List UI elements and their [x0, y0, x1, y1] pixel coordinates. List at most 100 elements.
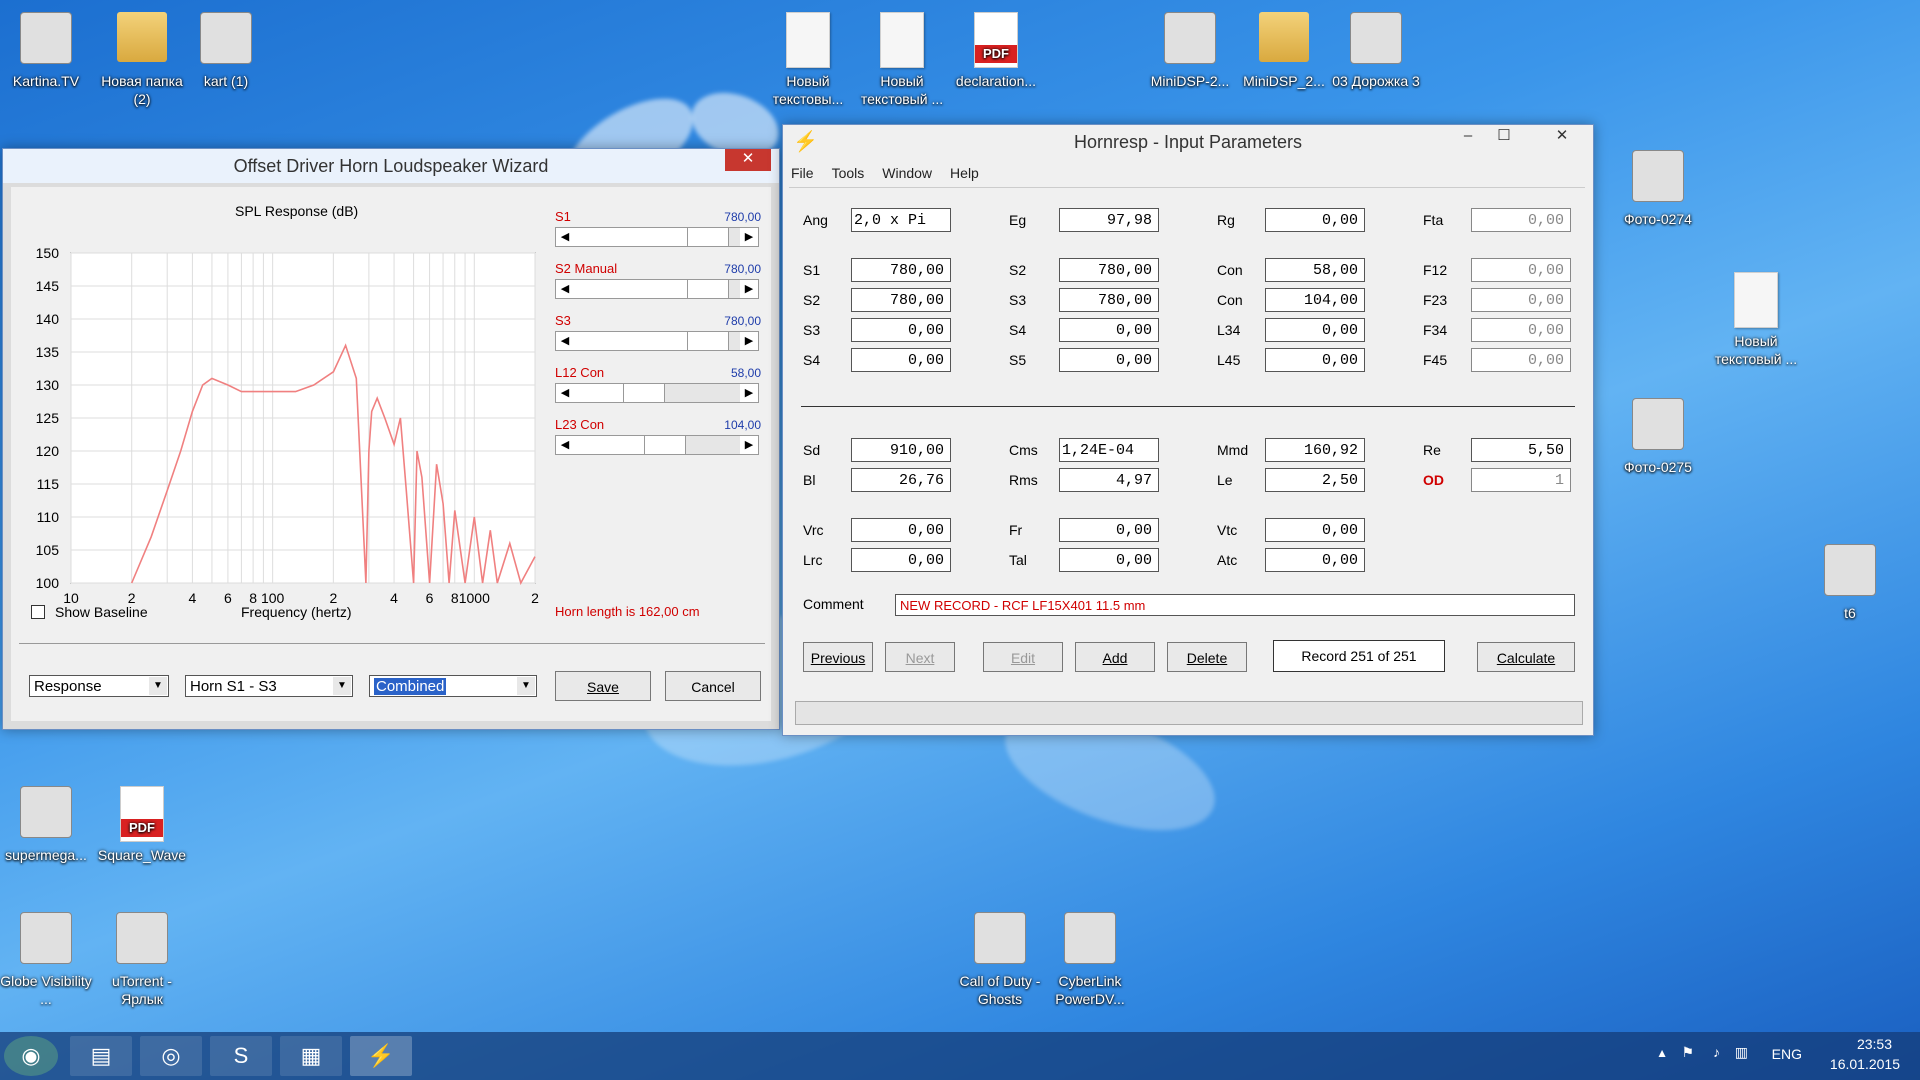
- desktop-icon[interactable]: supermega...: [0, 782, 92, 864]
- calculator-icon[interactable]: ▦: [280, 1036, 342, 1076]
- slider-track[interactable]: ◀ ▶: [555, 331, 759, 351]
- param-field-s4[interactable]: 0,00: [1059, 318, 1159, 342]
- desktop-icon[interactable]: Новый текстовы...: [762, 8, 854, 108]
- desktop-icon[interactable]: Globe Visibility ...: [0, 908, 92, 1008]
- language-indicator[interactable]: ENG: [1772, 1046, 1802, 1062]
- param-field-s4[interactable]: 0,00: [851, 348, 951, 372]
- minimize-button[interactable]: ‒: [1451, 125, 1485, 147]
- param-field-fta[interactable]: 0,00: [1471, 208, 1571, 232]
- chevron-down-icon[interactable]: ▼: [149, 677, 167, 695]
- param-field-con[interactable]: 104,00: [1265, 288, 1365, 312]
- chevron-left-icon[interactable]: ◀: [556, 280, 574, 298]
- response-dropdown[interactable]: Response ▼: [29, 675, 169, 697]
- start-button[interactable]: ◉: [4, 1036, 58, 1076]
- desktop-icon[interactable]: CyberLink PowerDV...: [1044, 908, 1136, 1008]
- hornresp-titlebar[interactable]: ⚡ Hornresp - Input Parameters ‒ ☐ ✕: [783, 125, 1593, 159]
- param-field-ang[interactable]: 2,0 x Pi: [851, 208, 951, 232]
- close-button[interactable]: ✕: [725, 149, 771, 171]
- chevron-right-icon[interactable]: ▶: [740, 280, 758, 298]
- slider-thumb[interactable]: [686, 228, 729, 246]
- param-field-s2[interactable]: 780,00: [1059, 258, 1159, 282]
- desktop-icon[interactable]: kart (1): [180, 8, 272, 90]
- desktop-icon[interactable]: uTorrent - Ярлык: [96, 908, 188, 1008]
- param-field-tal[interactable]: 0,00: [1059, 548, 1159, 572]
- network-icon[interactable]: ▥: [1735, 1044, 1748, 1061]
- param-field-rms[interactable]: 4,97: [1059, 468, 1159, 492]
- tray-chevron-icon[interactable]: ▲: [1656, 1046, 1668, 1060]
- param-field-lrc[interactable]: 0,00: [851, 548, 951, 572]
- skype-icon[interactable]: S: [210, 1036, 272, 1076]
- slider-track[interactable]: ◀ ▶: [555, 227, 759, 247]
- chevron-down-icon[interactable]: ▼: [517, 677, 535, 695]
- slider-track[interactable]: ◀ ▶: [555, 435, 759, 455]
- param-field-mmd[interactable]: 160,92: [1265, 438, 1365, 462]
- menu-item-help[interactable]: Help: [950, 165, 979, 181]
- param-field-s5[interactable]: 0,00: [1059, 348, 1159, 372]
- slider-thumb[interactable]: [686, 332, 729, 350]
- delete-button[interactable]: Delete: [1167, 642, 1247, 672]
- edit-button[interactable]: Edit: [983, 642, 1063, 672]
- param-field-s2[interactable]: 780,00: [851, 288, 951, 312]
- param-field-re[interactable]: 5,50: [1471, 438, 1571, 462]
- param-field-f23[interactable]: 0,00: [1471, 288, 1571, 312]
- show-baseline-checkbox[interactable]: [31, 605, 45, 619]
- desktop-icon[interactable]: PDF Square_Wave: [96, 782, 188, 864]
- chevron-right-icon[interactable]: ▶: [740, 228, 758, 246]
- chevron-left-icon[interactable]: ◀: [556, 228, 574, 246]
- param-field-sd[interactable]: 910,00: [851, 438, 951, 462]
- chevron-down-icon[interactable]: ▼: [333, 677, 351, 695]
- clock-time[interactable]: 23:53: [1857, 1036, 1892, 1052]
- param-field-atc[interactable]: 0,00: [1265, 548, 1365, 572]
- param-field-eg[interactable]: 97,98: [1059, 208, 1159, 232]
- desktop-icon[interactable]: PDF declaration...: [950, 8, 1042, 90]
- clock-date[interactable]: 16.01.2015: [1830, 1056, 1900, 1072]
- close-button[interactable]: ✕: [1545, 125, 1579, 147]
- slider-thumb[interactable]: [644, 436, 687, 454]
- menu-item-file[interactable]: File: [791, 165, 814, 181]
- previous-button[interactable]: Previous: [803, 642, 873, 672]
- slider-thumb[interactable]: [622, 384, 665, 402]
- horn-dropdown[interactable]: Horn S1 - S3 ▼: [185, 675, 353, 697]
- show-baseline-label[interactable]: Show Baseline: [55, 604, 148, 620]
- calculate-button[interactable]: Calculate: [1477, 642, 1575, 672]
- param-field-f34[interactable]: 0,00: [1471, 318, 1571, 342]
- cancel-button[interactable]: Cancel: [665, 671, 761, 701]
- desktop-icon[interactable]: Новая папка (2): [96, 8, 188, 108]
- param-field-con[interactable]: 58,00: [1265, 258, 1365, 282]
- desktop-icon[interactable]: Call of Duty - Ghosts: [954, 908, 1046, 1008]
- chevron-left-icon[interactable]: ◀: [556, 384, 574, 402]
- chevron-right-icon[interactable]: ▶: [740, 436, 758, 454]
- desktop-icon[interactable]: Новый текстовый ...: [1710, 268, 1802, 368]
- param-field-fr[interactable]: 0,00: [1059, 518, 1159, 542]
- volume-icon[interactable]: ♪: [1713, 1044, 1720, 1060]
- desktop-icon[interactable]: MiniDSP-2...: [1144, 8, 1236, 90]
- save-button[interactable]: Save: [555, 671, 651, 701]
- explorer-icon[interactable]: ▤: [70, 1036, 132, 1076]
- param-field-vtc[interactable]: 0,00: [1265, 518, 1365, 542]
- desktop-icon[interactable]: Фото-0275: [1612, 394, 1704, 476]
- param-field-s1[interactable]: 780,00: [851, 258, 951, 282]
- param-field-le[interactable]: 2,50: [1265, 468, 1365, 492]
- next-button[interactable]: Next: [885, 642, 955, 672]
- param-field-f12[interactable]: 0,00: [1471, 258, 1571, 282]
- param-field-rg[interactable]: 0,00: [1265, 208, 1365, 232]
- desktop-icon[interactable]: Kartina.TV: [0, 8, 92, 90]
- param-field-bl[interactable]: 26,76: [851, 468, 951, 492]
- param-field-cms[interactable]: 1,24E-04: [1059, 438, 1159, 462]
- slider-thumb[interactable]: [686, 280, 729, 298]
- combined-dropdown[interactable]: Combined ▼: [369, 675, 537, 697]
- param-field-vrc[interactable]: 0,00: [851, 518, 951, 542]
- slider-track[interactable]: ◀ ▶: [555, 279, 759, 299]
- comment-field[interactable]: NEW RECORD - RCF LF15X401 11.5 mm: [895, 594, 1575, 616]
- chevron-right-icon[interactable]: ▶: [740, 332, 758, 350]
- chevron-left-icon[interactable]: ◀: [556, 436, 574, 454]
- menu-item-tools[interactable]: Tools: [832, 165, 865, 181]
- add-button[interactable]: Add: [1075, 642, 1155, 672]
- param-field-od[interactable]: 1: [1471, 468, 1571, 492]
- chrome-icon[interactable]: ◎: [140, 1036, 202, 1076]
- param-field-f45[interactable]: 0,00: [1471, 348, 1571, 372]
- desktop-icon[interactable]: Фото-0274: [1612, 146, 1704, 228]
- slider-track[interactable]: ◀ ▶: [555, 383, 759, 403]
- chevron-right-icon[interactable]: ▶: [740, 384, 758, 402]
- param-field-l34[interactable]: 0,00: [1265, 318, 1365, 342]
